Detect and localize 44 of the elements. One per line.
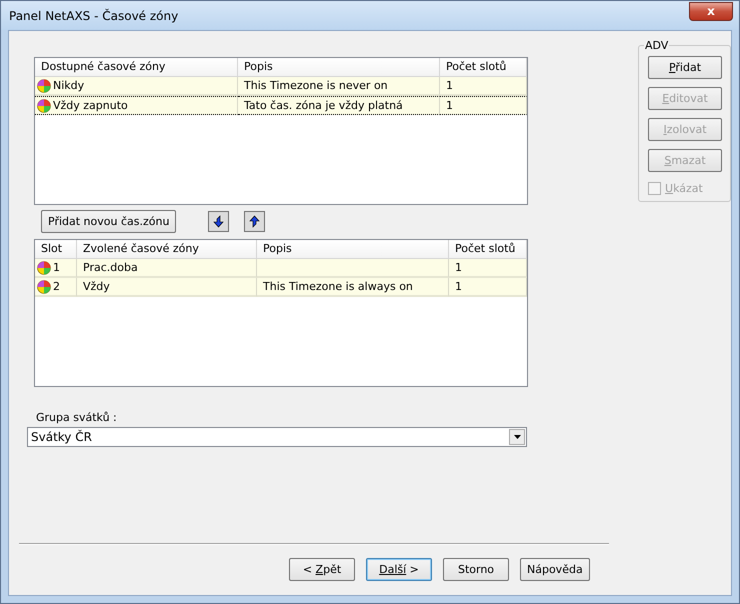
table-cell: 1 (53, 261, 60, 274)
table-cell: This Timezone is never on (244, 79, 388, 92)
close-button[interactable]: x (689, 2, 733, 21)
table-cell: 2 (53, 280, 60, 293)
move-up-button[interactable] (244, 211, 266, 232)
table-cell: Vždy zapnuto (53, 99, 128, 112)
group-title: ADV (644, 39, 670, 52)
move-down-button[interactable] (208, 211, 230, 232)
arrow-up-icon (249, 215, 260, 228)
footer-button[interactable]: Další > (366, 558, 432, 581)
add-zone-button[interactable]: Přidat novou čas.zónu (41, 210, 176, 233)
table-cell: 1 (446, 99, 453, 112)
adv-button[interactable]: Přidat (648, 56, 722, 79)
clock-icon (37, 260, 51, 274)
table-cell: 1 (455, 261, 462, 274)
footer-button[interactable]: Nápověda (520, 558, 590, 581)
column-header[interactable]: Zvolené časové zóny (77, 240, 257, 259)
table-cell: This Timezone is always on (263, 280, 413, 293)
footer-button[interactable]: Storno (443, 558, 509, 581)
table-cell: Vždy (83, 280, 110, 293)
footer-button[interactable]: < Zpět (289, 558, 355, 581)
column-header[interactable]: Počet slotů (440, 58, 527, 77)
dropdown-arrow-icon (514, 435, 520, 439)
arrow-down-icon (213, 215, 224, 228)
clock-icon (37, 98, 51, 112)
table-row[interactable]: 1 Prac.doba 1 (35, 259, 527, 278)
column-header[interactable]: Počet slotů (449, 240, 527, 259)
holiday-group-dropdown[interactable]: Svátky ČR (27, 427, 527, 447)
column-header[interactable]: Popis (238, 58, 440, 77)
table-row[interactable]: 2 Vždy This Timezone is always on 1 (35, 278, 527, 297)
table-cell: 1 (446, 79, 453, 92)
column-header[interactable]: Slot (35, 240, 77, 259)
table-cell: Tato čas. zóna je vždy platná (244, 99, 403, 112)
holiday-group-label: Grupa svátků : (36, 411, 118, 424)
table-row[interactable]: Vždy zapnuto Tato čas. zóna je vždy platná 1 (35, 96, 527, 115)
window-title: Panel NetAXS - Časové zóny (9, 8, 178, 22)
clock-icon (37, 78, 51, 92)
table-cell: 1 (455, 280, 462, 293)
table-row[interactable]: Nikdy This Timezone is never on 1 (35, 77, 527, 96)
column-header[interactable]: Dostupné časové zóny (35, 58, 238, 77)
column-header[interactable]: Popis (257, 240, 449, 259)
clock-icon (37, 280, 51, 294)
table-cell: Prac.doba (83, 261, 138, 274)
table-cell: Nikdy (53, 79, 84, 92)
